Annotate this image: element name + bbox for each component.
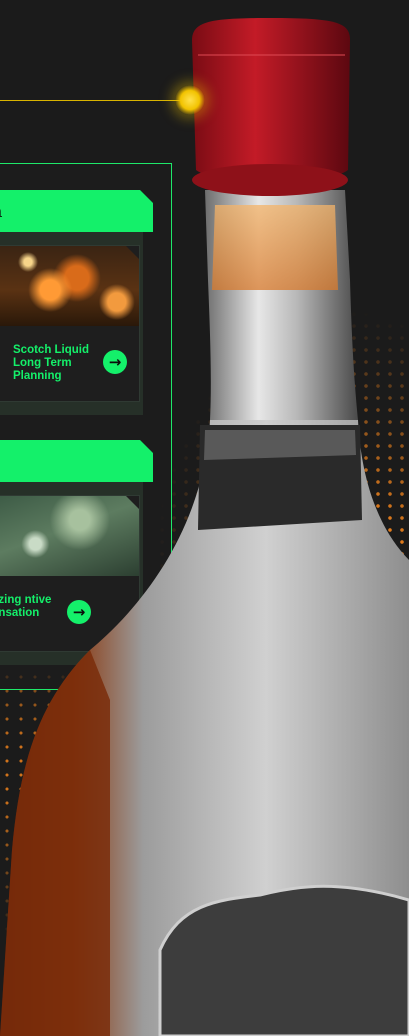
hero-section: n Scotch Liquid Long Term Planning → miz… [0, 0, 409, 1036]
connector-node-dot [175, 85, 205, 115]
whisky-bottle-illustration [0, 18, 409, 1036]
